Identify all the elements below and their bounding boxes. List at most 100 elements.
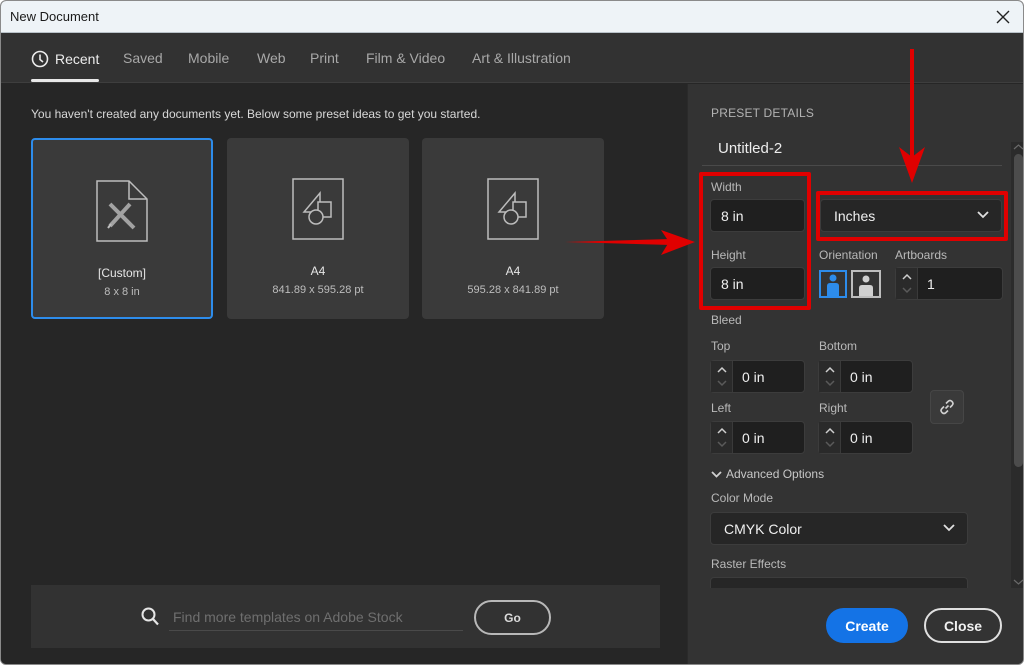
window-close-button[interactable] xyxy=(991,5,1015,29)
tab-label: Mobile xyxy=(188,50,230,66)
presets-pane: You haven't created any documents yet. B… xyxy=(1,84,687,664)
shapes-document-icon xyxy=(487,178,539,240)
chevron-up-icon[interactable] xyxy=(716,425,728,437)
artboards-label: Artboards xyxy=(895,248,948,262)
height-label: Height xyxy=(711,248,746,262)
chevron-up-icon[interactable] xyxy=(824,364,836,376)
bleed-bottom-stepper[interactable]: 0 in xyxy=(818,360,913,393)
tab-mobile[interactable]: Mobile xyxy=(188,50,229,66)
portrait-icon xyxy=(827,274,839,296)
stepper-arrows xyxy=(711,422,733,453)
stepper-arrows xyxy=(819,422,841,453)
bleed-bottom-value: 0 in xyxy=(850,369,873,385)
chevron-up-icon[interactable] xyxy=(716,364,728,376)
stock-search-input[interactable] xyxy=(169,603,463,631)
color-mode-label: Color Mode xyxy=(711,491,774,505)
category-tabs: Recent Saved Mobile Web Print Film & Vid… xyxy=(1,33,1023,83)
clock-icon xyxy=(31,50,49,68)
window-title: New Document xyxy=(10,9,99,24)
chevron-down-icon xyxy=(943,524,955,532)
artboards-stepper[interactable]: 1 xyxy=(895,267,1003,300)
preset-size: 595.28 x 841.89 pt xyxy=(467,284,559,296)
bleed-top-value: 0 in xyxy=(742,369,765,385)
tab-label: Saved xyxy=(123,50,163,66)
advanced-options-toggle[interactable]: Advanced Options xyxy=(711,467,824,481)
shapes-document-icon xyxy=(292,178,344,240)
preset-card-a4-portrait[interactable]: A4 595.28 x 841.89 pt xyxy=(422,138,604,319)
create-button[interactable]: Create xyxy=(826,608,908,643)
chevron-up-icon[interactable] xyxy=(824,425,836,437)
preset-card-custom[interactable]: [Custom] 8 x 8 in xyxy=(31,138,213,319)
tab-saved[interactable]: Saved xyxy=(123,50,163,66)
bleed-top-label: Top xyxy=(711,339,731,353)
bleed-right-label: Right xyxy=(819,401,848,415)
preset-name: A4 xyxy=(505,264,521,278)
bleed-bottom-label: Bottom xyxy=(819,339,858,353)
bleed-right-value: 0 in xyxy=(850,430,873,446)
width-input[interactable] xyxy=(710,199,805,232)
chevron-up-icon[interactable] xyxy=(901,271,913,283)
bleed-left-stepper[interactable]: 0 in xyxy=(710,421,805,454)
document-name-input[interactable] xyxy=(702,132,1002,166)
tab-recent[interactable]: Recent xyxy=(31,50,99,68)
scroll-thumb[interactable] xyxy=(1014,154,1023,467)
chevron-down-icon[interactable] xyxy=(824,438,836,450)
orientation-landscape-button[interactable] xyxy=(851,270,881,298)
bleed-left-label: Left xyxy=(711,401,732,415)
tab-label: Recent xyxy=(55,51,100,67)
new-document-dialog: New Document Recent Saved Mobile Web Pri… xyxy=(0,0,1024,665)
bleed-top-stepper[interactable]: 0 in xyxy=(710,360,805,393)
stepper-arrows xyxy=(896,268,918,299)
color-mode-dropdown[interactable]: CMYK Color xyxy=(710,512,968,545)
chevron-down-icon[interactable] xyxy=(901,284,913,296)
chevron-down-icon[interactable] xyxy=(824,377,836,389)
close-button[interactable]: Close xyxy=(924,608,1002,643)
tab-label: Art & Illustration xyxy=(472,50,571,66)
tab-label: Web xyxy=(257,50,286,66)
tab-film-video[interactable]: Film & Video xyxy=(366,50,445,66)
advanced-options-label: Advanced Options xyxy=(726,467,825,481)
width-label: Width xyxy=(711,180,742,194)
tab-web[interactable]: Web xyxy=(257,50,286,66)
go-button[interactable]: Go xyxy=(474,600,551,635)
raster-effects-label: Raster Effects xyxy=(711,557,787,571)
preset-size: 841.89 x 595.28 pt xyxy=(272,284,364,296)
orientation-label: Orientation xyxy=(819,248,878,262)
chevron-down-icon xyxy=(711,470,722,478)
units-dropdown[interactable]: Inches xyxy=(820,199,1002,232)
height-input[interactable] xyxy=(710,267,805,300)
chevron-down-icon[interactable] xyxy=(716,438,728,450)
scroll-down-icon[interactable] xyxy=(1013,578,1024,586)
landscape-icon xyxy=(859,275,873,296)
preset-name: [Custom] xyxy=(97,266,146,280)
units-value: Inches xyxy=(834,207,876,224)
tab-art-illustration[interactable]: Art & Illustration xyxy=(472,50,571,66)
preset-card-a4-landscape[interactable]: A4 841.89 x 595.28 pt xyxy=(227,138,409,319)
custom-document-icon xyxy=(96,180,148,242)
link-bleed-button[interactable] xyxy=(930,390,964,424)
tab-label: Print xyxy=(310,50,339,66)
orientation-portrait-button[interactable] xyxy=(819,270,847,298)
close-icon xyxy=(996,10,1010,24)
active-tab-indicator xyxy=(31,79,99,82)
stepper-arrows xyxy=(819,361,841,392)
bleed-right-stepper[interactable]: 0 in xyxy=(818,421,913,454)
search-icon xyxy=(141,607,159,626)
preset-size: 8 x 8 in xyxy=(104,286,140,298)
artboards-value: 1 xyxy=(927,276,935,292)
preset-details-pane: PRESET DETAILS Width Inches Height Orien… xyxy=(687,84,1024,664)
preset-name: A4 xyxy=(310,264,326,278)
chevron-down-icon[interactable] xyxy=(716,377,728,389)
tab-print[interactable]: Print xyxy=(310,50,339,66)
scroll-up-icon[interactable] xyxy=(1013,143,1024,151)
raster-effects-dropdown[interactable] xyxy=(710,577,968,588)
link-icon xyxy=(940,399,954,415)
title-bar: New Document xyxy=(1,1,1023,33)
tab-label: Film & Video xyxy=(366,50,446,66)
stock-search-bar: Go xyxy=(31,585,660,648)
stepper-arrows xyxy=(711,361,733,392)
bleed-left-value: 0 in xyxy=(742,430,765,446)
bleed-label: Bleed xyxy=(711,313,742,327)
details-scrollbar[interactable] xyxy=(1011,142,1024,588)
color-mode-value: CMYK Color xyxy=(724,520,802,537)
